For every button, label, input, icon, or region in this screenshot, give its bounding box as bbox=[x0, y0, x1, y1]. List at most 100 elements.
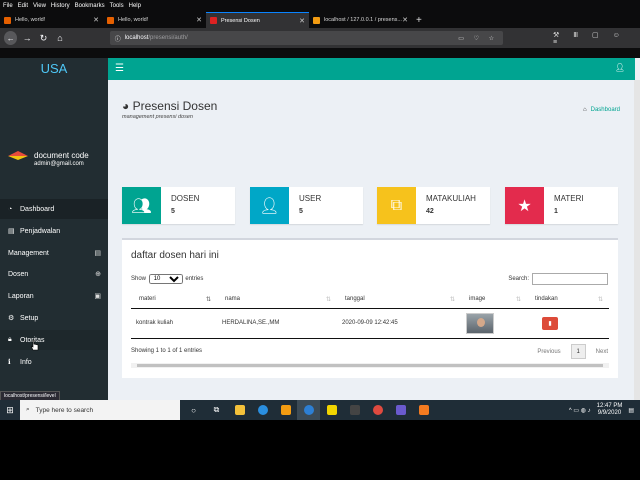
toolbar-icons[interactable]: ⚒ Ⅲ ▢ ☺ ≡ bbox=[553, 31, 640, 46]
sidebar-item-label: Dosen bbox=[8, 270, 29, 278]
app-icon-color[interactable] bbox=[389, 400, 412, 420]
page-button-1[interactable]: 1 bbox=[570, 344, 586, 359]
url-bar[interactable]: ⓘ localhost/presensi/auth/ ▭ ♡ ☆ bbox=[109, 31, 504, 45]
taskbar-search[interactable]: ⌕ Type here to search bbox=[20, 400, 180, 420]
column-header-tindakan[interactable]: tindakan ⇅ bbox=[527, 290, 609, 309]
menu-help[interactable]: Help bbox=[129, 3, 141, 9]
browser-tab-3[interactable]: Presensi Dosen ✕ bbox=[206, 12, 309, 28]
system-tray: ^ ▭ ◍ ♪ 12:47 PM 9/9/2020 ▤ bbox=[569, 403, 640, 417]
menu-tools[interactable]: Tools bbox=[110, 3, 124, 9]
sidebar-item-info[interactable]: ℹ Info bbox=[0, 352, 108, 372]
user-menu-icon[interactable]: 👤︎ bbox=[615, 63, 625, 72]
menu-history[interactable]: History bbox=[51, 3, 70, 9]
breadcrumb-dashboard[interactable]: Dashboard bbox=[591, 107, 620, 113]
infobox-matakuliah: ⧉ MATAKULIAH 42 bbox=[377, 187, 490, 224]
taskbar-search-placeholder: Type here to search bbox=[35, 406, 94, 414]
infobox-title: MATAKULIAH bbox=[426, 194, 476, 203]
sort-asc-icon: ⇅ bbox=[205, 296, 211, 303]
app-icon-dark[interactable] bbox=[343, 400, 366, 420]
cell-nama: HERDALINA,SE.,MM bbox=[217, 308, 337, 339]
sort-icon: ⇅ bbox=[515, 296, 521, 303]
close-icon[interactable]: ✕ bbox=[402, 16, 408, 24]
logo[interactable]: USA bbox=[0, 58, 108, 80]
url-path: /presensi/auth/ bbox=[148, 35, 188, 41]
column-header-materi[interactable]: materi ⇅ bbox=[131, 290, 217, 309]
tab-favicon-icon bbox=[107, 16, 114, 24]
browser-tab-4[interactable]: localhost / 127.0.0.1 / presens... ✕ bbox=[309, 12, 412, 28]
menu-bookmarks[interactable]: Bookmarks bbox=[75, 3, 105, 9]
browser-tab-2[interactable]: Hello, world! ✕ bbox=[103, 12, 206, 28]
next-page-button[interactable]: Next bbox=[596, 349, 608, 355]
sticky-notes-icon[interactable] bbox=[320, 400, 343, 420]
vertical-scrollbar[interactable] bbox=[634, 80, 640, 422]
tab-favicon-icon bbox=[210, 17, 217, 24]
column-label: image bbox=[469, 295, 486, 302]
horizontal-scrollbar[interactable] bbox=[131, 363, 609, 368]
vscode-icon[interactable] bbox=[251, 400, 274, 420]
infobox-value: 5 bbox=[299, 208, 303, 215]
copy-icon: ⧉ bbox=[377, 187, 416, 224]
column-label: tanggal bbox=[345, 295, 365, 302]
browser-navbar: ← → ↻ ⌂ ⓘ localhost/presensi/auth/ ▭ ♡ ☆… bbox=[0, 28, 640, 48]
forward-button[interactable]: → bbox=[20, 33, 33, 43]
page-title: ◕ Presensi Dosen bbox=[122, 99, 217, 113]
browser-tabbar: Hello, world! ✕ Hello, world! ✕ Presensi D… bbox=[0, 12, 640, 28]
column-header-image[interactable]: image ⇅ bbox=[461, 290, 527, 309]
file-explorer-icon[interactable] bbox=[228, 400, 251, 420]
sidebar-item-management[interactable]: Management ▤ bbox=[0, 243, 108, 263]
sidebar-item-otoritas[interactable]: 🔒︎ Otoritas bbox=[0, 330, 108, 350]
start-button[interactable]: ⊞ bbox=[0, 400, 20, 420]
delete-button[interactable]: ▮ bbox=[542, 316, 558, 330]
sublime-icon[interactable] bbox=[274, 400, 297, 420]
info-icon: ⓘ bbox=[114, 36, 121, 43]
sidebar-item-dashboard[interactable]: ◔ Dashboard bbox=[0, 199, 108, 219]
column-label: tindakan bbox=[535, 295, 558, 302]
menu-file[interactable]: File bbox=[3, 3, 13, 9]
box-title: daftar dosen hari ini bbox=[131, 250, 219, 261]
column-header-nama[interactable]: nama ⇅ bbox=[217, 290, 337, 309]
xampp-icon[interactable] bbox=[412, 400, 435, 420]
sidebar-item-dosen[interactable]: Dosen ⊕ bbox=[0, 264, 108, 284]
sidebar-item-setup[interactable]: ⚙ Setup bbox=[0, 308, 108, 328]
tray-icons[interactable]: ^ ▭ ◍ ♪ bbox=[569, 407, 591, 414]
firefox-icon[interactable] bbox=[297, 400, 320, 420]
scrollbar-thumb[interactable] bbox=[137, 364, 603, 367]
home-icon[interactable]: ⌂ bbox=[583, 107, 587, 113]
task-view-icon[interactable]: ⧉ bbox=[205, 400, 228, 420]
clock[interactable]: 12:47 PM 9/9/2020 bbox=[597, 403, 623, 417]
close-icon[interactable]: ✕ bbox=[299, 17, 305, 25]
user-name: document code bbox=[34, 151, 89, 160]
browser-tab-1[interactable]: Hello, world! ✕ bbox=[0, 12, 103, 28]
menu-toggle-icon[interactable]: ☰ bbox=[115, 63, 124, 74]
sidebar-item-laporan[interactable]: Laporan ▣ bbox=[0, 286, 108, 306]
close-icon[interactable]: ✕ bbox=[196, 16, 202, 24]
infobox-title: DOSEN bbox=[171, 194, 200, 203]
page-size-select[interactable]: 10 bbox=[148, 274, 183, 284]
infobox-dosen: 👥︎ DOSEN 5 bbox=[122, 187, 235, 224]
notification-icon[interactable]: ▤ bbox=[628, 407, 634, 414]
url-host: localhost bbox=[124, 35, 149, 41]
chrome-icon[interactable] bbox=[366, 400, 389, 420]
home-button[interactable]: ⌂ bbox=[53, 33, 66, 43]
menu-edit[interactable]: Edit bbox=[18, 3, 28, 9]
new-tab-button[interactable]: + bbox=[412, 12, 432, 28]
close-icon[interactable]: ✕ bbox=[93, 16, 99, 24]
column-header-tanggal[interactable]: tanggal ⇅ bbox=[337, 290, 461, 309]
pagination: Previous 1 Next bbox=[537, 344, 608, 359]
cortana-icon[interactable]: ○ bbox=[182, 400, 205, 420]
reload-button[interactable]: ↻ bbox=[37, 33, 50, 44]
top-navbar: ☰ 👤︎ bbox=[108, 58, 635, 80]
sidebar-item-penjadwalan[interactable]: ▤ Penjadwalan bbox=[0, 221, 108, 241]
tab-favicon-icon bbox=[313, 16, 320, 24]
sidebar-item-label: Setup bbox=[20, 314, 39, 322]
table-info: Showing 1 to 1 of 1 entries bbox=[131, 348, 203, 354]
menu-view[interactable]: View bbox=[33, 3, 46, 9]
back-button[interactable]: ← bbox=[4, 31, 18, 45]
url-actions-icons[interactable]: ▭ ♡ ☆ bbox=[458, 35, 498, 42]
page-subtitle: management presensi dosen bbox=[122, 114, 193, 120]
column-label: nama bbox=[225, 295, 241, 302]
users-icon: 👥︎ bbox=[122, 187, 161, 224]
prev-page-button[interactable]: Previous bbox=[537, 349, 560, 355]
search-input[interactable] bbox=[532, 273, 608, 285]
avatar bbox=[8, 151, 28, 160]
